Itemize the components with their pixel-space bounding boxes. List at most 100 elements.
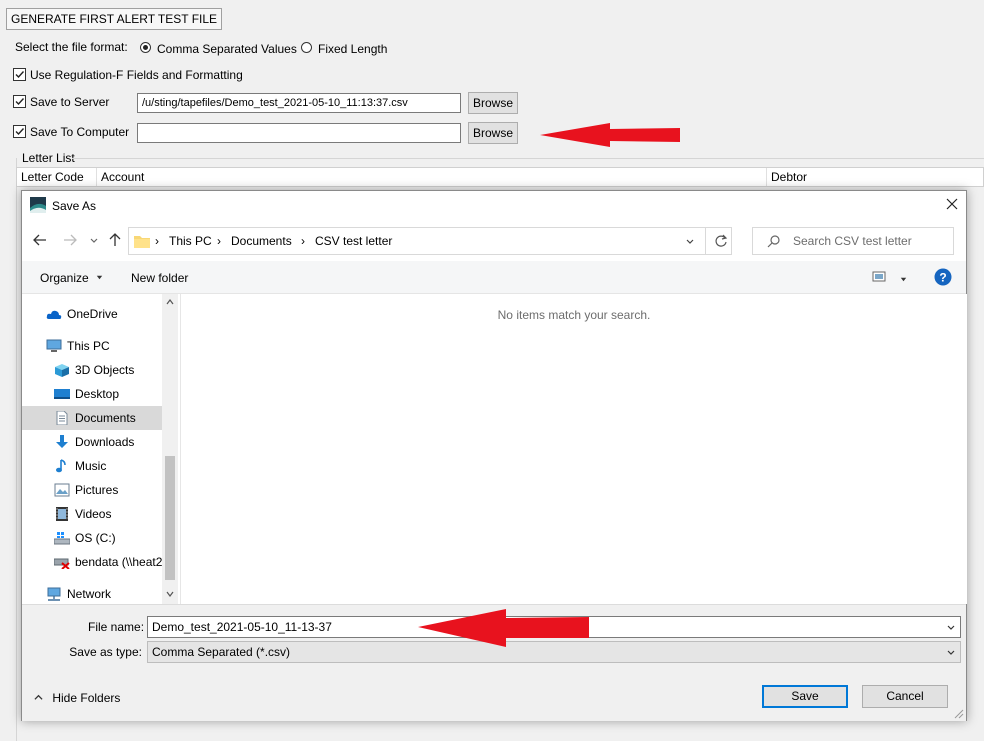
tree-item-downloads[interactable]: Downloads bbox=[22, 430, 162, 454]
letter-list-header: Letter Code Account Debtor bbox=[16, 167, 984, 187]
check-icon bbox=[15, 98, 25, 106]
help-button[interactable]: ? bbox=[934, 268, 952, 289]
computer-browse-button[interactable]: Browse bbox=[468, 122, 518, 144]
hide-folders-label: Hide Folders bbox=[52, 691, 121, 705]
save-computer-checkbox[interactable] bbox=[13, 125, 26, 138]
tree-item-label: OneDrive bbox=[67, 307, 118, 321]
arrow-right-icon bbox=[64, 234, 77, 246]
tree-item-documents[interactable]: Documents bbox=[22, 406, 162, 430]
organize-button[interactable]: Organize bbox=[40, 271, 104, 285]
scroll-up-icon[interactable] bbox=[166, 298, 174, 306]
search-icon bbox=[767, 235, 780, 248]
help-icon: ? bbox=[934, 268, 952, 286]
save-button[interactable]: Save bbox=[762, 685, 848, 708]
column-debtor[interactable]: Debtor bbox=[767, 168, 983, 186]
save-server-checkbox[interactable] bbox=[13, 95, 26, 108]
cube-icon bbox=[55, 364, 69, 377]
new-folder-button[interactable]: New folder bbox=[131, 271, 188, 285]
close-icon bbox=[946, 198, 958, 210]
drive-icon bbox=[54, 532, 70, 545]
tree-item-os-c[interactable]: OS (C:) bbox=[22, 526, 162, 550]
breadcrumb-csv-test-letter[interactable]: CSV test letter bbox=[315, 234, 392, 248]
refresh-icon[interactable] bbox=[714, 234, 728, 248]
letter-list-label: Letter List bbox=[22, 151, 75, 165]
tree-item-pictures[interactable]: Pictures bbox=[22, 478, 162, 502]
view-icon bbox=[872, 271, 886, 282]
csv-radio[interactable] bbox=[140, 42, 151, 53]
save-computer-label: Save To Computer bbox=[30, 125, 130, 139]
music-icon bbox=[56, 459, 66, 473]
file-list[interactable]: No items match your search. bbox=[180, 294, 967, 604]
group-border bbox=[16, 158, 17, 741]
tree-item-desktop[interactable]: Desktop bbox=[22, 382, 162, 406]
navigation-scrollbar[interactable] bbox=[162, 294, 178, 604]
tree-item-this-pc[interactable]: This PC bbox=[22, 334, 162, 358]
tree-item-label: Downloads bbox=[75, 435, 135, 449]
scroll-down-icon[interactable] bbox=[166, 590, 174, 598]
check-icon bbox=[15, 71, 25, 79]
back-button[interactable] bbox=[32, 232, 48, 251]
file-name-value: Demo_test_2021-05-10_11-13-37 bbox=[152, 620, 332, 634]
breadcrumb-separator: › bbox=[217, 234, 221, 248]
regulation-f-checkbox[interactable] bbox=[13, 68, 26, 81]
form-title: GENERATE FIRST ALERT TEST FILE bbox=[6, 8, 223, 30]
tree-item-videos[interactable]: Videos bbox=[22, 502, 162, 526]
tree-item-onedrive[interactable]: OneDrive bbox=[22, 302, 162, 326]
folder-icon bbox=[134, 236, 150, 248]
organize-label: Organize bbox=[40, 271, 89, 285]
caret-down-icon bbox=[901, 277, 907, 282]
resize-grip-icon[interactable] bbox=[954, 709, 964, 719]
breadcrumb-separator: › bbox=[301, 234, 305, 248]
chevron-up-icon bbox=[34, 694, 43, 700]
address-bar[interactable]: › This PC › Documents › CSV test letter bbox=[128, 227, 732, 255]
breadcrumb-documents[interactable]: Documents bbox=[231, 234, 292, 248]
search-placeholder: Search CSV test letter bbox=[793, 234, 912, 248]
computer-path-input[interactable] bbox=[137, 123, 461, 143]
arrow-left-icon bbox=[33, 234, 46, 246]
fixed-length-radio[interactable] bbox=[301, 42, 312, 53]
csv-radio-label[interactable]: Comma Separated Values bbox=[157, 41, 297, 57]
server-browse-button[interactable]: Browse bbox=[468, 92, 518, 114]
chevron-down-icon[interactable] bbox=[946, 623, 956, 633]
column-letter-code[interactable]: Letter Code bbox=[17, 168, 97, 186]
address-divider bbox=[705, 228, 706, 254]
cancel-button[interactable]: Cancel bbox=[862, 685, 948, 708]
tree-item-label: Videos bbox=[75, 507, 112, 521]
view-options-button[interactable] bbox=[872, 270, 908, 287]
save-type-label: Save as type: bbox=[69, 645, 142, 659]
caret-down-icon bbox=[96, 275, 103, 280]
group-divider bbox=[72, 158, 984, 159]
annotation-arrow bbox=[416, 608, 592, 648]
tree-item-label: 3D Objects bbox=[75, 363, 135, 377]
svg-text:?: ? bbox=[939, 271, 946, 285]
tree-item-label: Network bbox=[67, 587, 112, 601]
breadcrumb-this-pc[interactable]: This PC bbox=[169, 234, 212, 248]
chevron-down-icon bbox=[90, 238, 98, 243]
file-format-label: Select the file format: bbox=[15, 40, 128, 54]
tree-item-label: Desktop bbox=[75, 387, 120, 401]
network-icon bbox=[47, 587, 61, 601]
scroll-thumb[interactable] bbox=[165, 456, 175, 580]
save-server-label: Save to Server bbox=[30, 95, 110, 109]
pictures-icon bbox=[54, 483, 70, 497]
tree-item-3d-objects[interactable]: 3D Objects bbox=[22, 358, 162, 382]
recent-locations-button[interactable] bbox=[89, 235, 99, 249]
app-icon bbox=[30, 197, 46, 216]
chevron-down-icon bbox=[947, 650, 955, 655]
fixed-length-radio-label[interactable]: Fixed Length bbox=[318, 41, 387, 57]
search-box[interactable]: Search CSV test letter bbox=[752, 227, 954, 255]
column-account[interactable]: Account bbox=[97, 168, 767, 186]
close-button[interactable] bbox=[944, 196, 960, 212]
video-icon bbox=[56, 507, 68, 521]
chevron-down-icon[interactable] bbox=[685, 237, 695, 247]
tree-item-bendata[interactable]: bendata (\\heat2 bbox=[22, 550, 162, 574]
server-path-input[interactable]: /u/sting/tapefiles/Demo_test_2021-05-10_… bbox=[137, 93, 461, 113]
desktop-icon bbox=[54, 389, 70, 399]
dialog-title: Save As bbox=[52, 199, 97, 213]
up-button[interactable] bbox=[107, 232, 123, 251]
forward-button[interactable] bbox=[62, 232, 78, 251]
tree-item-network[interactable]: Network bbox=[22, 582, 162, 604]
download-icon bbox=[56, 435, 68, 448]
hide-folders-button[interactable]: Hide Folders bbox=[34, 691, 120, 705]
tree-item-music[interactable]: Music bbox=[22, 454, 162, 478]
